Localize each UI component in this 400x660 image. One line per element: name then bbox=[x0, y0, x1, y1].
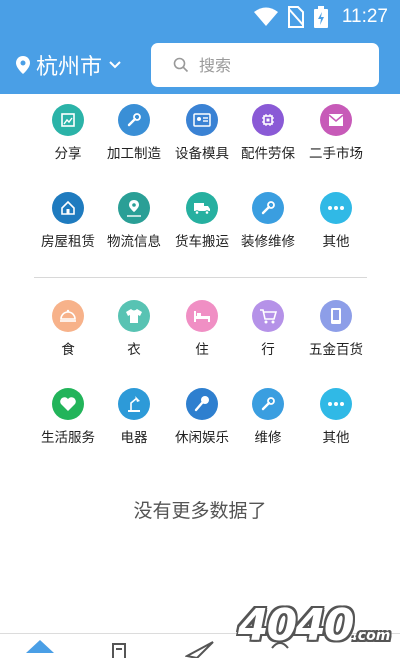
search-input[interactable] bbox=[199, 55, 359, 75]
home-icon bbox=[26, 640, 54, 653]
paper-plane-icon bbox=[185, 641, 214, 658]
search-icon bbox=[173, 57, 189, 73]
battery-charging-icon bbox=[313, 6, 328, 28]
status-time: 11:27 bbox=[341, 6, 388, 27]
truck-icon bbox=[186, 192, 218, 224]
wifi-icon bbox=[253, 7, 278, 26]
status-bar: 11:27 bbox=[0, 0, 400, 34]
chevron-down-icon bbox=[109, 61, 121, 69]
wrench-icon bbox=[252, 192, 284, 224]
category-label: 二手市场 bbox=[309, 146, 363, 162]
desk-lamp-icon bbox=[118, 388, 150, 420]
category-label: 其他 bbox=[322, 234, 350, 250]
no-more-data-text: 没有更多数据了 bbox=[133, 500, 267, 522]
location-route-icon bbox=[118, 192, 150, 224]
wrench-icon bbox=[118, 104, 150, 136]
tshirt-icon bbox=[118, 300, 150, 332]
category-primary-item-10[interactable]: 其他 bbox=[296, 192, 376, 262]
city-selector[interactable]: 杭州市 bbox=[16, 50, 122, 80]
share-image-icon bbox=[52, 104, 84, 136]
tab-post[interactable] bbox=[90, 638, 150, 660]
watermark-logo: 4040.com bbox=[238, 600, 391, 651]
section-divider bbox=[34, 277, 367, 278]
tab-messages[interactable] bbox=[170, 638, 230, 660]
house-icon bbox=[52, 192, 84, 224]
more-dots-icon bbox=[320, 388, 352, 420]
microphone-icon bbox=[186, 388, 218, 420]
search-box[interactable] bbox=[151, 43, 379, 87]
category-secondary-item-10[interactable]: 其他 bbox=[296, 388, 376, 458]
top-bar: 杭州市 bbox=[0, 34, 400, 94]
category-label: 其他 bbox=[322, 430, 350, 446]
cart-icon bbox=[252, 300, 284, 332]
category-label: 五金百货 bbox=[309, 342, 363, 358]
no-sim-icon bbox=[287, 6, 304, 28]
tab-home[interactable] bbox=[10, 638, 70, 660]
document-icon bbox=[112, 643, 126, 658]
id-card-icon bbox=[186, 104, 218, 136]
category-primary-item-5[interactable]: 二手市场 bbox=[296, 104, 376, 174]
location-pin-icon bbox=[16, 56, 30, 74]
bed-icon bbox=[186, 300, 218, 332]
category-secondary-item-5[interactable]: 五金百货 bbox=[296, 300, 376, 370]
envelope-icon bbox=[320, 104, 352, 136]
more-dots-icon bbox=[320, 192, 352, 224]
chip-icon bbox=[252, 104, 284, 136]
phone-icon bbox=[320, 300, 352, 332]
city-name: 杭州市 bbox=[36, 55, 103, 80]
heart-icon bbox=[52, 388, 84, 420]
dish-icon bbox=[52, 300, 84, 332]
wrench-icon bbox=[252, 388, 284, 420]
